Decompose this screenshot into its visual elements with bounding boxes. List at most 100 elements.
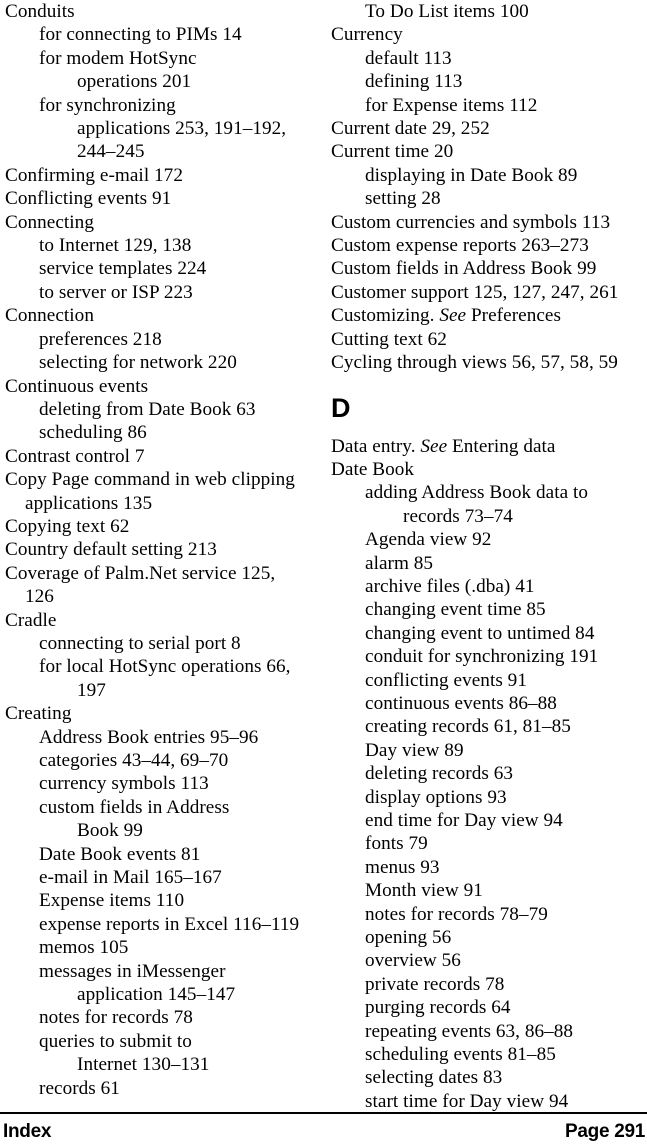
index-entry: scheduling events 81–85 bbox=[365, 1044, 556, 1066]
index-entries-before-heading: To Do List items 100 Currency default 113 d… bbox=[331, 0, 647, 375]
index-entry: Customer support 125, 127, 247, 261 bbox=[331, 281, 619, 303]
index-entry: alarm 85 bbox=[365, 552, 434, 574]
index-entry: displaying in Date Book 89 bbox=[365, 164, 578, 186]
index-entry: preferences 218 bbox=[39, 328, 162, 350]
index-entry: Cutting text 62 bbox=[331, 328, 447, 350]
index-entry: archive files (.dba) 41 bbox=[365, 575, 535, 597]
index-column-left: Conduits for connecting to PIMs 14 for mod… bbox=[5, 0, 321, 1100]
index-entry: default 113 bbox=[365, 47, 452, 69]
index-column-right: To Do List items 100 Currency default 113 d… bbox=[331, 0, 647, 1113]
index-entry: Conduits bbox=[5, 1, 75, 22]
index-entry: creating records 61, 81–85 bbox=[365, 716, 571, 738]
index-entry: Copying text 62 bbox=[5, 515, 130, 537]
index-entry: Coverage of Palm.Net service 125, bbox=[5, 562, 276, 584]
index-entry: selecting for network 220 bbox=[39, 352, 237, 374]
index-entry: private records 78 bbox=[365, 973, 505, 995]
index-entry: Connecting bbox=[5, 211, 94, 233]
index-entry: for connecting to PIMs 14 bbox=[39, 24, 242, 46]
index-entry: for modem HotSync bbox=[39, 47, 197, 69]
index-entry: notes for records 78–79 bbox=[365, 903, 548, 925]
index-entry: repeating events 63, 86–88 bbox=[365, 1020, 574, 1042]
index-entry: Copy Page command in web clipping bbox=[5, 469, 295, 491]
cross-reference-see: See bbox=[420, 435, 448, 457]
page-footer: Index Page 291 bbox=[0, 1119, 647, 1144]
index-entry: 126 bbox=[25, 586, 54, 608]
index-entry: connecting to serial port 8 bbox=[39, 632, 241, 654]
index-entry: defining 113 bbox=[365, 71, 463, 93]
index-entry: memos 105 bbox=[39, 937, 129, 959]
index-entry: end time for Day view 94 bbox=[365, 810, 563, 831]
index-columns: Conduits for connecting to PIMs 14 for mod… bbox=[0, 0, 647, 1112]
index-entry: 197 bbox=[77, 679, 106, 701]
index-entry: operations 201 bbox=[77, 71, 192, 93]
index-entry: To Do List items 100 bbox=[365, 1, 529, 22]
index-entry: Conflicting events 91 bbox=[5, 188, 172, 210]
index-entry: Expense items 110 bbox=[39, 890, 185, 912]
index-entry: conflicting events 91 bbox=[365, 669, 527, 691]
index-entry: to Internet 129, 138 bbox=[39, 235, 192, 257]
index-entry: application 145–147 bbox=[77, 984, 236, 1006]
index-entry: Custom expense reports 263–273 bbox=[331, 235, 589, 257]
index-entry: 244–245 bbox=[77, 141, 145, 163]
index-entry: Current time 20 bbox=[331, 141, 454, 163]
index-entry: Day view 89 bbox=[365, 739, 464, 761]
index-entry: Cycling through views 56, 57, 58, 59 bbox=[331, 352, 618, 374]
index-entry: selecting dates 83 bbox=[365, 1067, 503, 1089]
index-entry: deleting records 63 bbox=[365, 763, 514, 785]
index-entry: Internet 130–131 bbox=[77, 1054, 210, 1076]
index-entry: changing event to untimed 84 bbox=[365, 622, 595, 644]
footer-page-number: Page 291 bbox=[565, 1121, 645, 1142]
index-entry: notes for records 78 bbox=[39, 1007, 193, 1029]
index-entry: adding Address Book data to bbox=[365, 482, 589, 504]
index-entry: Connection bbox=[5, 305, 94, 327]
index-entry: expense reports in Excel 116–119 bbox=[39, 913, 300, 935]
index-entry: Customizing. See Preferences bbox=[331, 305, 561, 327]
index-entry: start time for Day view 94 bbox=[365, 1090, 569, 1112]
index-entry: Custom currencies and symbols 113 bbox=[331, 211, 611, 233]
index-entry: changing event time 85 bbox=[365, 599, 546, 621]
index-entry: continuous events 86–88 bbox=[365, 692, 557, 714]
index-entry: for synchronizing bbox=[39, 94, 176, 116]
index-page: Conduits for connecting to PIMs 14 for mod… bbox=[0, 0, 647, 1144]
index-entry: Date Book bbox=[331, 458, 415, 480]
index-entry: setting 28 bbox=[365, 188, 441, 210]
index-entry: records 73–74 bbox=[403, 505, 513, 527]
index-entry: records 61 bbox=[39, 1077, 120, 1099]
index-entry: applications 253, 191–192, bbox=[77, 118, 287, 140]
index-entry: display options 93 bbox=[365, 786, 507, 808]
footer-divider bbox=[0, 1112, 647, 1114]
index-entry: Agenda view 92 bbox=[365, 529, 492, 551]
index-entry: e-mail in Mail 165–167 bbox=[39, 867, 222, 889]
index-entry: Currency bbox=[331, 24, 403, 46]
index-entry: for local HotSync operations 66, bbox=[39, 656, 291, 678]
index-entry: conduit for synchronizing 191 bbox=[365, 646, 599, 668]
index-entry: overview 56 bbox=[365, 950, 461, 972]
index-entry: deleting from Date Book 63 bbox=[39, 398, 256, 420]
index-entry: messages in iMessenger bbox=[39, 960, 226, 982]
index-entry: applications 135 bbox=[25, 492, 153, 514]
index-entry: custom fields in Address bbox=[39, 796, 230, 818]
section-heading-d: D bbox=[331, 392, 351, 423]
index-entry: scheduling 86 bbox=[39, 422, 147, 444]
index-entry: Data entry. See Entering data bbox=[331, 435, 556, 457]
index-entry: categories 43–44, 69–70 bbox=[39, 750, 229, 771]
index-entry: Month view 91 bbox=[365, 880, 483, 902]
index-entry: Address Book entries 95–96 bbox=[39, 726, 259, 748]
index-entry: queries to submit to bbox=[39, 1030, 192, 1052]
index-entry: menus 93 bbox=[365, 856, 440, 878]
index-entry: Custom fields in Address Book 99 bbox=[331, 258, 597, 280]
index-entry: Country default setting 213 bbox=[5, 539, 217, 561]
index-entry: service templates 224 bbox=[39, 258, 207, 280]
index-entry: Confirming e-mail 172 bbox=[5, 164, 183, 186]
index-entry: fonts 79 bbox=[365, 833, 428, 855]
index-entries-after-heading: Data entry. See Entering data Date Book ad… bbox=[331, 435, 647, 1114]
index-entry: Creating bbox=[5, 703, 72, 725]
index-entry: Cradle bbox=[5, 609, 57, 631]
index-entry: to server or ISP 223 bbox=[39, 281, 193, 303]
index-entry: currency symbols 113 bbox=[39, 773, 209, 795]
index-entry: Book 99 bbox=[77, 820, 143, 842]
index-entry: Date Book events 81 bbox=[39, 843, 201, 865]
index-entry: Current date 29, 252 bbox=[331, 118, 490, 140]
index-entry: purging records 64 bbox=[365, 997, 511, 1019]
index-entry: Contrast control 7 bbox=[5, 445, 145, 467]
